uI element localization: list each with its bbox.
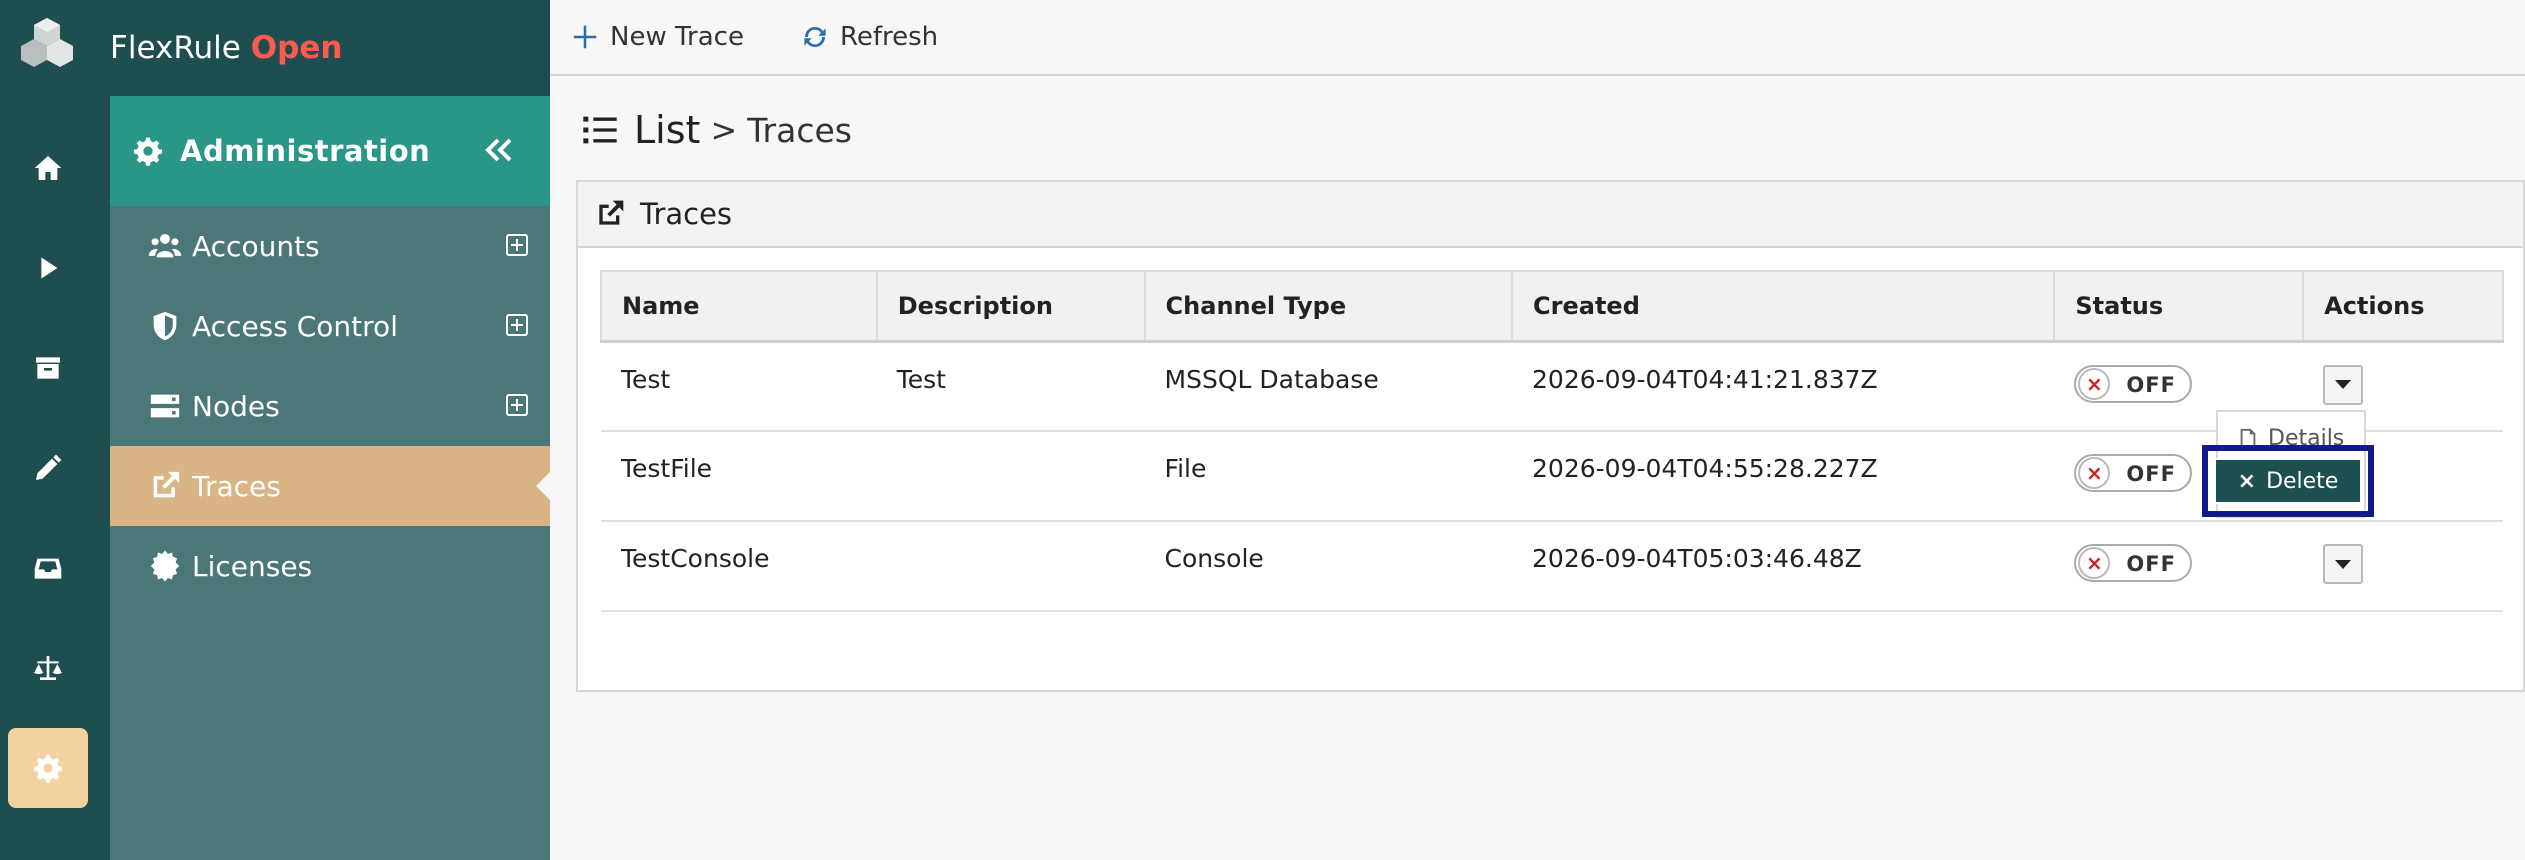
gear-icon xyxy=(134,137,162,166)
scale-icon[interactable] xyxy=(8,628,88,708)
table-header-row: Name Description Channel Type Created St… xyxy=(600,270,2504,343)
refresh-button[interactable]: Refresh xyxy=(800,22,938,52)
close-icon: × xyxy=(2078,547,2111,579)
cell-name: Test xyxy=(601,341,877,432)
top-toolbar: New Trace Refresh xyxy=(550,0,2525,76)
plus-icon xyxy=(573,25,597,49)
new-trace-label: New Trace xyxy=(610,22,744,52)
sidebar-item-access-control[interactable]: Access Control xyxy=(110,286,550,366)
status-toggle[interactable]: × OFF xyxy=(2074,364,2193,403)
page-title: List > Traces xyxy=(580,100,852,160)
sidebar-item-traces[interactable]: Traces xyxy=(110,446,550,526)
sidebar-item-label: Accounts xyxy=(192,229,320,263)
certificate-icon xyxy=(148,549,182,583)
brand-title: FlexRule Open xyxy=(110,30,342,66)
cell-created: 2026-09-04T04:55:28.227Z xyxy=(1512,431,2055,522)
actions-dropdown-button[interactable] xyxy=(2323,364,2364,405)
gear-icon[interactable] xyxy=(8,728,88,808)
status-toggle-label: OFF xyxy=(2126,552,2176,576)
page-title-list: List xyxy=(634,108,701,152)
column-header-actions: Actions xyxy=(2302,270,2504,343)
column-header-description[interactable]: Description xyxy=(875,270,1146,343)
inbox-icon[interactable] xyxy=(8,528,88,608)
status-toggle[interactable]: × OFF xyxy=(2074,454,2193,492)
cell-status: × OFF xyxy=(2054,521,2304,612)
table-row: TestConsole Console 2026-09-04T05:03:46.… xyxy=(601,521,2503,612)
expand-plus-icon[interactable] xyxy=(506,314,528,336)
flexrule-logo xyxy=(21,18,73,67)
column-header-channel-type[interactable]: Channel Type xyxy=(1143,270,1514,343)
expand-plus-icon[interactable] xyxy=(506,394,528,416)
refresh-label: Refresh xyxy=(839,22,939,52)
sidebar-item-licenses[interactable]: Licenses xyxy=(110,526,550,606)
home-icon[interactable] xyxy=(8,128,88,208)
cell-channel-type: MSSQL Database xyxy=(1144,341,1513,432)
archive-icon[interactable] xyxy=(8,328,88,408)
sidebar-header: Administration xyxy=(110,96,550,206)
admin-sidebar: Administration Accounts Access Control N… xyxy=(110,96,550,860)
cell-channel-type: File xyxy=(1144,431,1513,522)
actions-dropdown-button[interactable] xyxy=(2323,544,2364,584)
status-toggle[interactable]: × OFF xyxy=(2074,544,2193,582)
cell-created: 2026-09-04T04:41:21.837Z xyxy=(1512,341,2055,432)
list-icon xyxy=(583,116,617,144)
cell-description: Test xyxy=(876,341,1145,432)
sidebar-item-nodes[interactable]: Nodes xyxy=(110,366,550,446)
cell-name: TestConsole xyxy=(601,521,877,612)
users-icon xyxy=(148,229,182,263)
sidebar-item-label: Licenses xyxy=(192,549,313,583)
status-toggle-label: OFF xyxy=(2126,372,2176,397)
menu-item-delete[interactable]: × Delete xyxy=(2214,458,2362,504)
column-header-created[interactable]: Created xyxy=(1511,270,2056,343)
menu-item-delete-label: Delete xyxy=(2266,468,2339,494)
cell-actions xyxy=(2303,521,2503,612)
sidebar-item-label: Nodes xyxy=(192,389,280,423)
close-icon: × xyxy=(2078,367,2111,400)
double-chevron-left-icon xyxy=(485,138,512,162)
refresh-icon xyxy=(804,26,826,48)
cell-channel-type: Console xyxy=(1144,521,1513,612)
status-toggle-label: OFF xyxy=(2126,462,2176,486)
collapse-sidebar-button[interactable] xyxy=(480,132,516,168)
pencil-icon[interactable] xyxy=(8,428,88,508)
external-link-icon xyxy=(599,200,624,225)
icon-rail xyxy=(0,0,110,860)
sidebar-item-accounts[interactable]: Accounts xyxy=(110,206,550,286)
external-link-icon xyxy=(148,469,182,503)
shield-icon xyxy=(148,309,182,343)
close-icon: × xyxy=(2237,468,2257,494)
brand-suffix: Open xyxy=(250,30,343,66)
app-root: FlexRule Open Administration Accounts Acc… xyxy=(0,0,2525,860)
cell-description xyxy=(876,431,1145,522)
brand-header: FlexRule Open xyxy=(110,0,550,96)
new-trace-button[interactable]: New Trace xyxy=(570,22,744,52)
panel-header: Traces xyxy=(578,182,2523,248)
column-header-name[interactable]: Name xyxy=(600,270,878,343)
sidebar-item-label: Access Control xyxy=(192,309,398,343)
sidebar-item-label: Traces xyxy=(192,469,281,503)
expand-plus-icon[interactable] xyxy=(506,234,528,256)
play-icon[interactable] xyxy=(8,228,88,308)
sidebar-title: Administration xyxy=(180,134,431,168)
breadcrumb-separator: > xyxy=(710,111,738,149)
server-icon xyxy=(148,389,182,423)
cell-description xyxy=(876,521,1145,612)
cell-created: 2026-09-04T05:03:46.48Z xyxy=(1512,521,2055,612)
breadcrumb-current: Traces xyxy=(747,110,852,150)
column-header-status[interactable]: Status xyxy=(2053,270,2305,343)
close-icon: × xyxy=(2078,457,2111,489)
cell-name: TestFile xyxy=(601,431,877,522)
panel-title: Traces xyxy=(640,197,733,231)
brand-name-text: FlexRule xyxy=(110,30,241,66)
